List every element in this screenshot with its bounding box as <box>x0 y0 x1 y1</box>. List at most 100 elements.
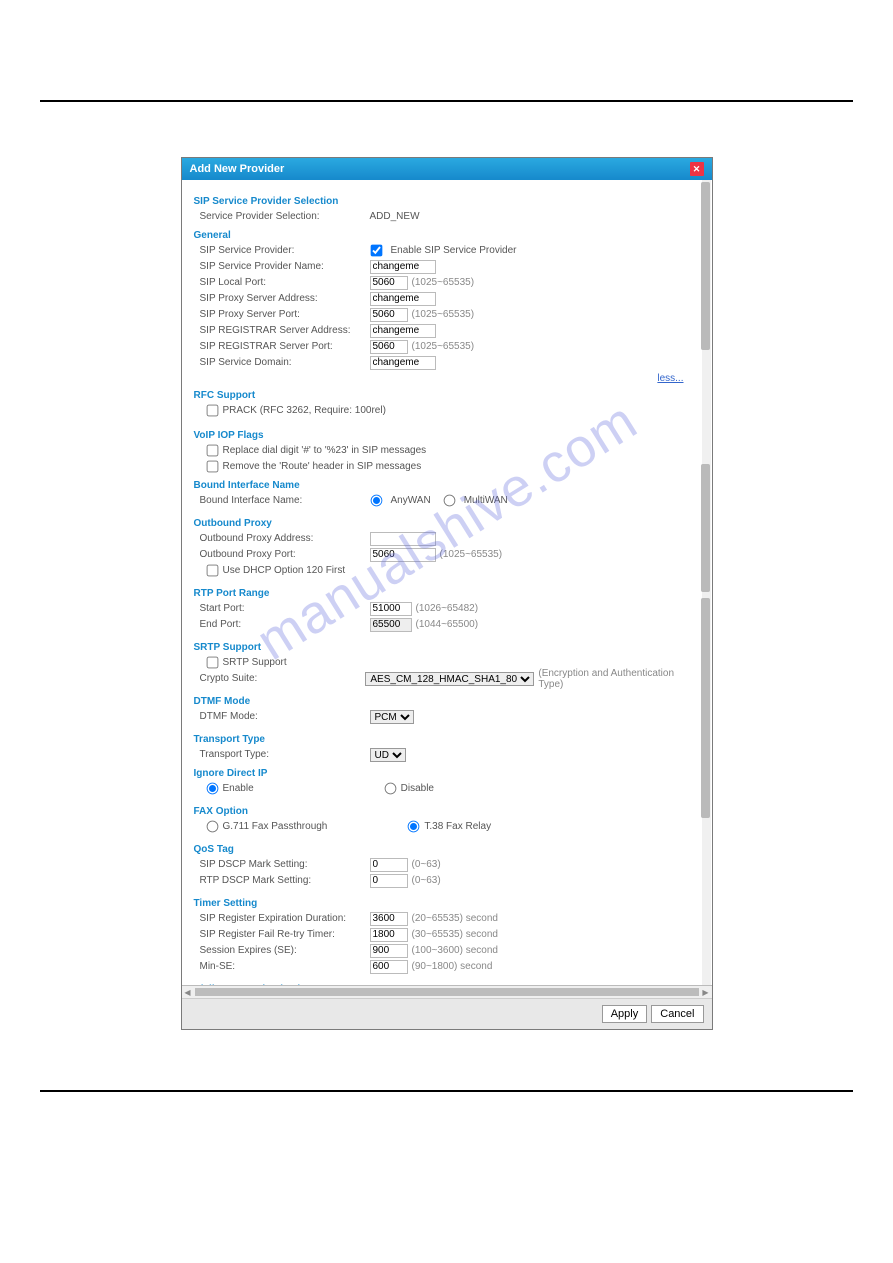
enable-sip-checkbox[interactable] <box>370 245 382 257</box>
registrar-addr-label: SIP REGISTRAR Server Address: <box>200 325 370 336</box>
section-srtp: SRTP Support <box>194 642 694 653</box>
replace-hash-label: Replace dial digit '#' to '%23' in SIP m… <box>223 445 427 456</box>
rtp-start-hint: (1026~65482) <box>416 603 479 614</box>
ob-port-hint: (1025~65535) <box>440 549 503 560</box>
registrar-addr-input[interactable] <box>370 324 436 338</box>
prack-checkbox[interactable] <box>206 405 218 417</box>
min-se-input[interactable] <box>370 960 408 974</box>
enable-sip-label: Enable SIP Service Provider <box>391 245 517 256</box>
proxy-port-input[interactable] <box>370 308 408 322</box>
sp-selection-label: Service Provider Selection: <box>200 211 370 222</box>
scroll-thumb-low[interactable] <box>701 598 710 818</box>
ob-addr-label: Outbound Proxy Address: <box>200 533 370 544</box>
transport-label: Transport Type: <box>200 749 370 760</box>
directip-enable-radio[interactable] <box>206 783 218 795</box>
hscroll-track[interactable] <box>195 988 699 996</box>
proxy-port-hint: (1025~65535) <box>412 309 475 320</box>
anywan-radio[interactable] <box>370 495 382 507</box>
remove-route-checkbox[interactable] <box>206 461 218 473</box>
horizontal-scrollbar[interactable]: ◀ ▶ <box>182 986 712 998</box>
add-provider-dialog: Add New Provider ✕ manualshive.com SIP S… <box>181 157 713 1030</box>
local-port-input[interactable] <box>370 276 408 290</box>
section-timer: Timer Setting <box>194 898 694 909</box>
apply-button[interactable]: Apply <box>602 1005 648 1023</box>
rtp-dscp-hint: (0~63) <box>412 875 441 886</box>
registrar-port-input[interactable] <box>370 340 408 354</box>
dialog-footer: Apply Cancel <box>182 998 712 1029</box>
reg-exp-input[interactable] <box>370 912 408 926</box>
dialog-title: Add New Provider <box>190 163 285 175</box>
multiwan-label: MultiWAN <box>464 495 508 506</box>
registrar-port-hint: (1025~65535) <box>412 341 475 352</box>
rtp-dscp-label: RTP DSCP Mark Setting: <box>200 875 370 886</box>
reg-exp-hint: (20~65535) second <box>412 913 498 924</box>
section-rfc: RFC Support <box>194 390 694 401</box>
rtp-start-input[interactable] <box>370 602 412 616</box>
sip-dscp-label: SIP DSCP Mark Setting: <box>200 859 370 870</box>
dtmf-select[interactable]: PCM <box>370 710 414 724</box>
less-link[interactable]: less... <box>200 373 684 384</box>
multiwan-radio[interactable] <box>443 495 455 507</box>
rtp-end-input <box>370 618 412 632</box>
t38-label: T.38 Fax Relay <box>424 821 491 832</box>
sip-dscp-input[interactable] <box>370 858 408 872</box>
rtp-dscp-input[interactable] <box>370 874 408 888</box>
section-sp-selection: SIP Service Provider Selection <box>194 196 694 207</box>
transport-select[interactable]: UDP <box>370 748 406 762</box>
section-direct-ip: Ignore Direct IP <box>194 768 694 779</box>
directip-disable-radio[interactable] <box>384 783 396 795</box>
proxy-addr-input[interactable] <box>370 292 436 306</box>
session-exp-label: Session Expires (SE): <box>200 945 370 956</box>
section-iop: VoIP IOP Flags <box>194 430 694 441</box>
section-qos: QoS Tag <box>194 844 694 855</box>
section-general: General <box>194 230 694 241</box>
remove-route-label: Remove the 'Route' header in SIP message… <box>223 461 422 472</box>
provider-name-label: SIP Service Provider Name: <box>200 261 370 272</box>
vertical-scrollbar[interactable] <box>702 180 711 985</box>
prack-label: PRACK (RFC 3262, Require: 100rel) <box>223 405 386 416</box>
crypto-select[interactable]: AES_CM_128_HMAC_SHA1_80 <box>365 672 534 686</box>
t38-radio[interactable] <box>408 821 420 833</box>
local-port-hint: (1025~65535) <box>412 277 475 288</box>
rtp-start-label: Start Port: <box>200 603 370 614</box>
g711-radio[interactable] <box>206 821 218 833</box>
g711-label: G.711 Fax Passthrough <box>223 821 328 832</box>
cancel-button[interactable]: Cancel <box>651 1005 703 1023</box>
section-transport: Transport Type <box>194 734 694 745</box>
reg-fail-label: SIP Register Fail Re-try Timer: <box>200 929 370 940</box>
hscroll-left-icon[interactable]: ◀ <box>182 988 194 997</box>
srtp-checkbox[interactable] <box>206 657 218 669</box>
section-dialing: Dialing Interval Selection <box>194 984 694 986</box>
session-exp-hint: (100~3600) second <box>412 945 498 956</box>
crypto-hint: (Encryption and Authentication Type) <box>538 668 693 690</box>
directip-disable-label: Disable <box>401 783 434 794</box>
dialog-titlebar: Add New Provider ✕ <box>182 158 712 180</box>
dhcp120-checkbox[interactable] <box>206 565 218 577</box>
scroll-thumb-mid[interactable] <box>701 464 710 592</box>
reg-exp-label: SIP Register Expiration Duration: <box>200 913 370 924</box>
hscroll-right-icon[interactable]: ▶ <box>700 988 712 997</box>
reg-fail-input[interactable] <box>370 928 408 942</box>
sip-dscp-hint: (0~63) <box>412 859 441 870</box>
ob-port-input[interactable] <box>370 548 436 562</box>
ob-addr-input[interactable] <box>370 532 436 546</box>
dhcp120-label: Use DHCP Option 120 First <box>223 565 346 576</box>
scroll-thumb-top[interactable] <box>701 182 710 350</box>
proxy-port-label: SIP Proxy Server Port: <box>200 309 370 320</box>
session-exp-input[interactable] <box>370 944 408 958</box>
srtp-cb-label: SRTP Support <box>223 657 287 668</box>
proxy-addr-label: SIP Proxy Server Address: <box>200 293 370 304</box>
replace-hash-checkbox[interactable] <box>206 445 218 457</box>
provider-name-input[interactable] <box>370 260 436 274</box>
rtp-end-label: End Port: <box>200 619 370 630</box>
close-icon[interactable]: ✕ <box>690 162 704 176</box>
local-port-label: SIP Local Port: <box>200 277 370 288</box>
directip-enable-label: Enable <box>223 783 254 794</box>
service-domain-label: SIP Service Domain: <box>200 357 370 368</box>
sp-selection-value: ADD_NEW <box>370 211 420 222</box>
service-domain-input[interactable] <box>370 356 436 370</box>
section-fax: FAX Option <box>194 806 694 817</box>
section-outbound: Outbound Proxy <box>194 518 694 529</box>
anywan-label: AnyWAN <box>391 495 431 506</box>
section-rtp: RTP Port Range <box>194 588 694 599</box>
